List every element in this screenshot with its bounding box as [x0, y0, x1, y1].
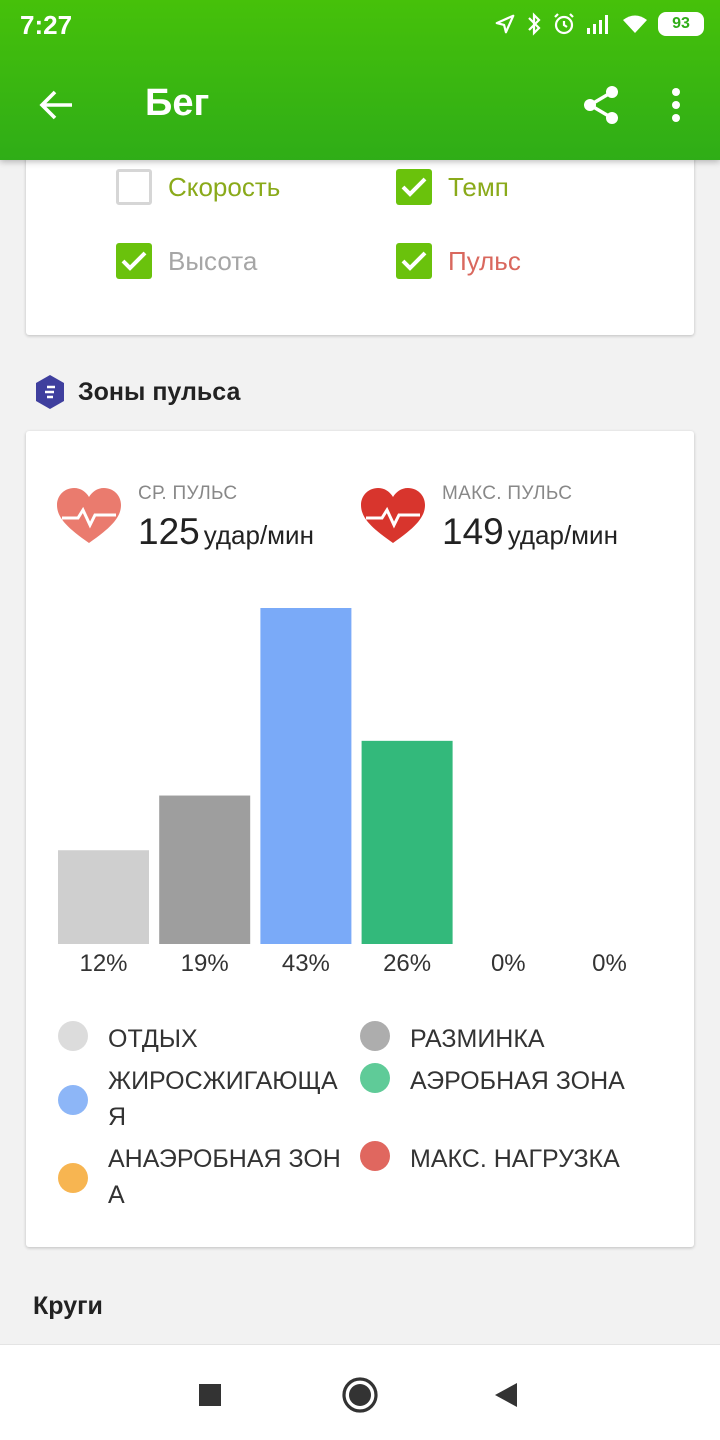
zone-bar: [58, 850, 149, 944]
metrics-card: Скорость Темп Высота Пульс: [26, 140, 694, 335]
signal-icon: [587, 15, 608, 34]
zone-bar-percent-label: 26%: [383, 950, 432, 977]
zone-bar-percent-label: 0%: [490, 950, 526, 977]
stat-value: 125: [138, 511, 200, 552]
legend-color-dot: [58, 1163, 88, 1193]
legend-color-dot: [58, 1021, 88, 1051]
heart-rate-icon: [361, 488, 425, 543]
heart-rate-zones-card: СР. ПУЛЬС 125 удар/мин МАКС. ПУЛЬС 149 уда…: [26, 431, 694, 1247]
stat-label: СР. ПУЛЬС: [138, 483, 238, 504]
app-bar: 7:27 93 Бег: [0, 0, 720, 160]
nav-back-button[interactable]: [484, 1373, 528, 1417]
checkbox-label: Высота: [168, 245, 258, 276]
alarm-icon: [554, 13, 574, 35]
section-title: Зоны пульса: [78, 377, 241, 406]
back-triangle-icon: [495, 1383, 517, 1407]
legend-item: РАЗМИНКА: [360, 1021, 655, 1057]
zone-bar-percent-label: 43%: [281, 950, 330, 977]
system-nav-bar: [0, 1344, 720, 1440]
page-title: Бег: [145, 82, 210, 124]
legend-item: ОТДЫХ: [58, 1021, 353, 1057]
legend-item: МАКС. НАГРУЗКА: [360, 1141, 655, 1177]
checkbox-box[interactable]: [116, 243, 152, 279]
zone-bar: [260, 608, 352, 944]
checkbox-label: Темп: [448, 171, 509, 202]
bluetooth-icon: [528, 12, 541, 36]
checkbox-box[interactable]: [116, 169, 152, 205]
status-bar: 7:27 93: [0, 0, 720, 50]
legend-color-dot: [360, 1021, 390, 1051]
checkbox-label: Пульс: [448, 245, 521, 276]
recents-icon: [199, 1384, 221, 1406]
battery-indicator: 93: [658, 12, 704, 36]
home-icon: [342, 1377, 378, 1413]
arrow-left-icon: [39, 90, 72, 120]
legend-label: ЖИРОСЖИГАЮЩАЯ: [108, 1067, 338, 1131]
back-button[interactable]: [30, 82, 82, 128]
legend-label: АЭРОБНАЯ ЗОНА: [410, 1067, 625, 1095]
checkmark-icon: [401, 251, 427, 271]
laps-section-title: Круги: [33, 1292, 103, 1320]
zones-section-header: Зоны пульса: [34, 374, 240, 410]
legend-label: МАКС. НАГРУЗКА: [410, 1145, 620, 1173]
zone-bar-percent-label: 12%: [79, 950, 128, 977]
legend-label: РАЗМИНКА: [410, 1025, 545, 1053]
zone-bar: [159, 795, 251, 944]
legend-label: АНАЭРОБНАЯ ЗОНА: [108, 1145, 341, 1209]
checkbox-box[interactable]: [396, 243, 432, 279]
status-icons: 93: [494, 8, 704, 40]
zone-bar: [361, 740, 453, 944]
recents-button[interactable]: [188, 1373, 232, 1417]
checkmark-icon: [121, 251, 147, 271]
zone-bar-percent-label: 0%: [592, 950, 627, 977]
share-icon: [584, 86, 618, 124]
checkbox-pace[interactable]: Темп: [396, 169, 509, 205]
checkbox-speed[interactable]: Скорость: [116, 169, 280, 205]
stat-unit: удар/мин: [507, 520, 618, 550]
checkbox-heart-rate[interactable]: Пульс: [396, 243, 521, 279]
legend-item: АНАЭРОБНАЯ ЗОНА: [58, 1141, 353, 1213]
heart-rate-icon: [57, 488, 121, 543]
stat-label: МАКС. ПУЛЬС: [442, 483, 573, 504]
checkmark-icon: [401, 177, 427, 197]
zone-bar-percent-label: 19%: [180, 950, 229, 977]
stat-unit: удар/мин: [203, 520, 314, 550]
more-vert-icon: [672, 88, 680, 122]
stat-value: 149: [442, 511, 504, 552]
legend-label: ОТДЫХ: [108, 1025, 198, 1053]
location-icon: [495, 14, 515, 34]
legend-color-dot: [58, 1085, 88, 1115]
checkbox-elevation[interactable]: Высота: [116, 243, 257, 279]
status-time: 7:27: [20, 10, 73, 40]
heart-zones-hex-icon: [36, 375, 64, 409]
legend-color-dot: [360, 1141, 390, 1171]
share-button[interactable]: [576, 80, 626, 130]
more-options-button[interactable]: [658, 80, 694, 130]
checkbox-label: Скорость: [168, 171, 281, 202]
checkbox-box[interactable]: [396, 169, 432, 205]
wifi-icon: [623, 15, 647, 33]
legend-color-dot: [360, 1063, 390, 1093]
legend-item: ЖИРОСЖИГАЮЩАЯ: [58, 1063, 353, 1135]
home-button[interactable]: [338, 1373, 382, 1417]
legend-item: АЭРОБНАЯ ЗОНА: [360, 1063, 655, 1099]
